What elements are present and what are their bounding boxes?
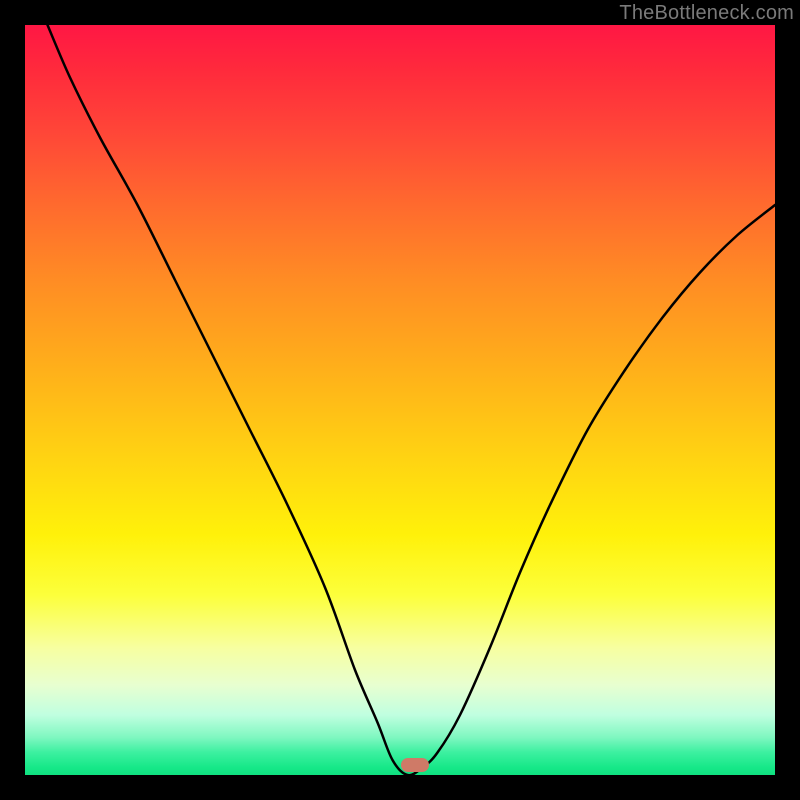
plot-area xyxy=(25,25,775,775)
chart-frame: TheBottleneck.com xyxy=(0,0,800,800)
watermark-text: TheBottleneck.com xyxy=(619,2,794,25)
optimal-point-marker xyxy=(401,758,429,772)
bottleneck-curve xyxy=(25,25,775,775)
